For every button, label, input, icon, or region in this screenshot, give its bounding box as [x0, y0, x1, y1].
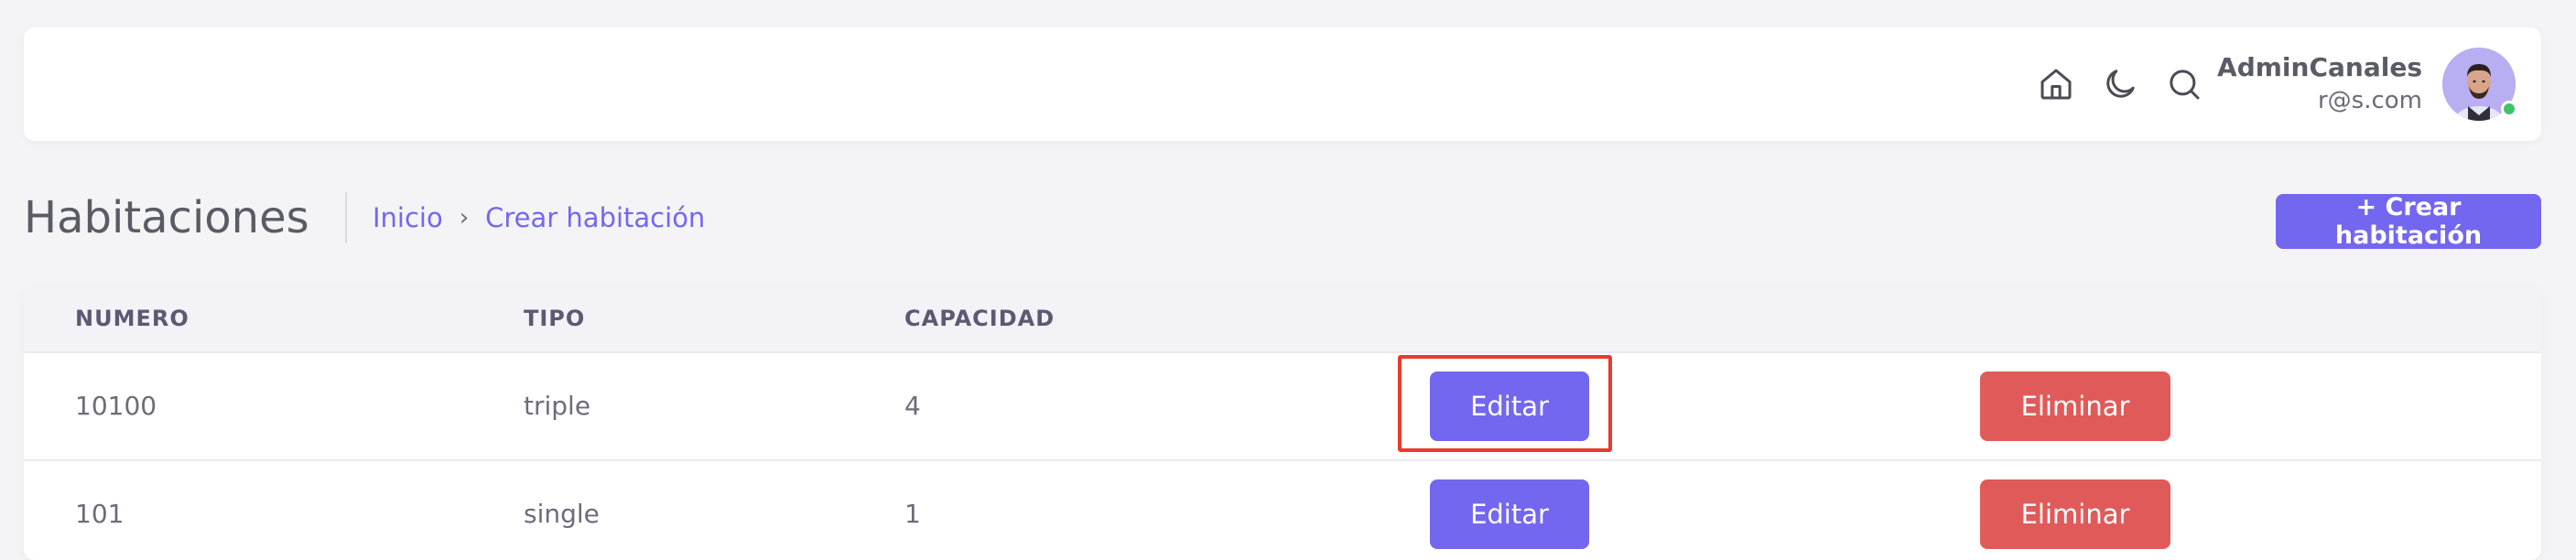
table-header: NUMERO TIPO CAPACIDAD [24, 285, 2541, 353]
cell-numero: 10100 [75, 391, 157, 421]
edit-button[interactable]: Editar [1430, 372, 1589, 441]
online-status-dot [2501, 101, 2517, 117]
rooms-table: NUMERO TIPO CAPACIDAD 10100 triple 4 Edi… [24, 285, 2541, 560]
delete-button[interactable]: Eliminar [1980, 479, 2170, 549]
user-email: r@s.com [2317, 87, 2422, 114]
user-name: AdminCanales [2217, 52, 2422, 82]
table-row: 101 single 1 Editar Eliminar [24, 461, 2541, 560]
cell-tipo: single [524, 499, 600, 529]
column-header-numero: NUMERO [75, 306, 189, 331]
breadcrumb: Inicio › Crear habitación [373, 199, 705, 236]
table-row: 10100 triple 4 Editar Eliminar [24, 353, 2541, 461]
edit-button[interactable]: Editar [1430, 479, 1589, 549]
delete-button[interactable]: Eliminar [1980, 372, 2170, 441]
page-header: Habitaciones Inicio › Crear habitación +… [24, 183, 2541, 254]
top-navbar: AdminCanales r@s.com [24, 27, 2541, 146]
create-room-button[interactable]: + Crear habitación [2276, 193, 2541, 250]
breadcrumb-current[interactable]: Crear habitación [485, 199, 705, 236]
avatar[interactable] [2442, 48, 2517, 146]
cell-tipo: triple [524, 391, 591, 421]
cell-capacidad: 4 [904, 391, 921, 421]
column-header-tipo: TIPO [524, 306, 586, 331]
cell-numero: 101 [75, 499, 124, 529]
chevron-right-icon: › [459, 204, 470, 232]
user-info: AdminCanales r@s.com [2217, 51, 2422, 117]
title-divider [345, 192, 347, 243]
cell-capacidad: 1 [904, 499, 921, 529]
moon-icon[interactable] [2102, 66, 2138, 102]
page-title: Habitaciones [24, 192, 309, 243]
home-icon[interactable] [2038, 66, 2074, 102]
breadcrumb-home-link[interactable]: Inicio [373, 199, 443, 236]
nav-icons [2038, 27, 2203, 141]
user-menu[interactable]: AdminCanales r@s.com [2203, 27, 2517, 146]
column-header-capacidad: CAPACIDAD [904, 306, 1055, 331]
search-icon[interactable] [2166, 66, 2203, 102]
